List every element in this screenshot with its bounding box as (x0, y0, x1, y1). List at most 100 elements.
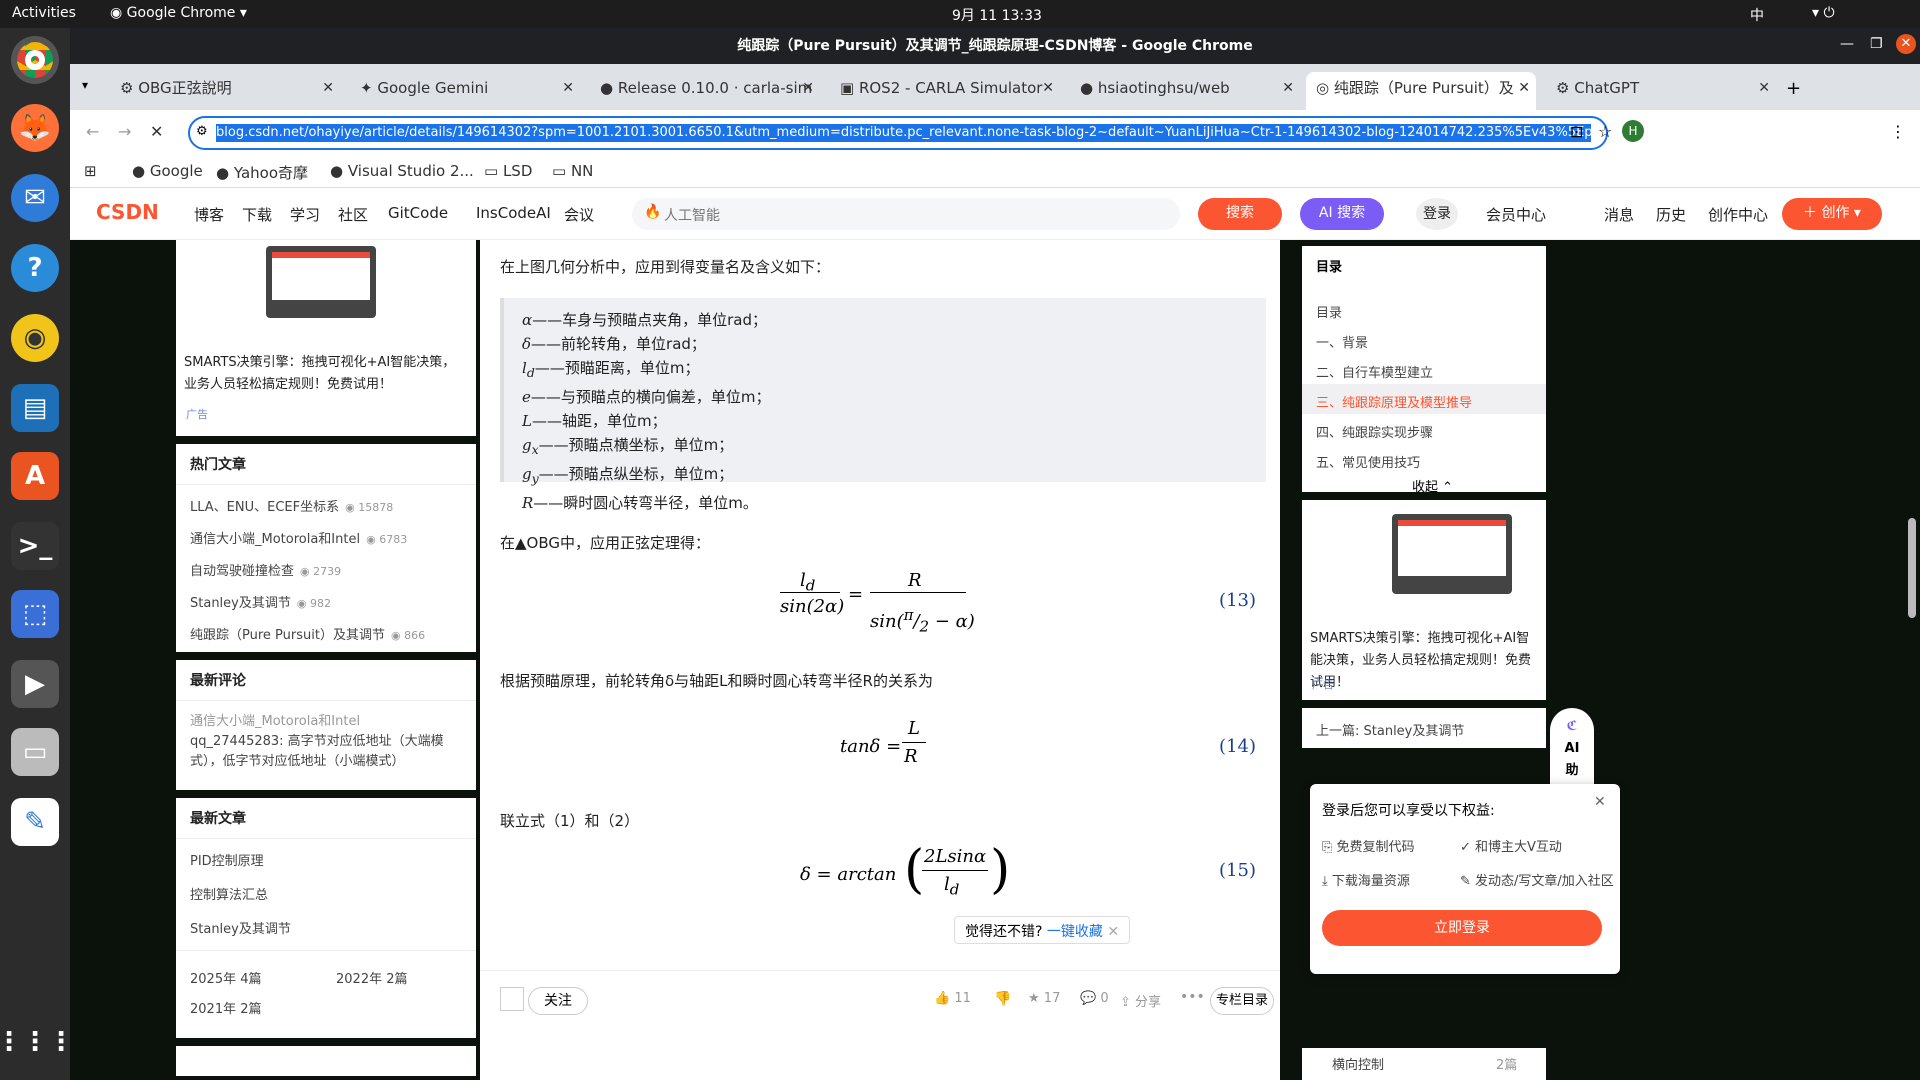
latest-article-item[interactable]: Stanley及其调节 (190, 918, 291, 937)
nav-messages[interactable]: 消息 (1604, 204, 1634, 225)
nav-meeting[interactable]: 会议 (564, 204, 594, 225)
bookmark-visual-studio[interactable]: ● Visual Studio 2... (330, 162, 474, 180)
profile-avatar[interactable]: H (1622, 120, 1644, 142)
text-editor-icon[interactable]: ✎ (11, 798, 59, 846)
search-button[interactable]: 搜索 (1198, 198, 1282, 230)
prev-article-link[interactable]: 上一篇: Stanley及其调节 (1316, 720, 1464, 739)
search-input[interactable]: 🔥 人工智能 (632, 198, 1180, 230)
thunderbird-icon[interactable]: ✉ (11, 174, 59, 222)
hot-article-item[interactable]: LLA、ENU、ECEF坐标系 ◉ 15878 (190, 496, 393, 515)
bookmark-folder-lsd[interactable]: ▭ LSD (484, 162, 532, 180)
nav-creator[interactable]: 创作中心 (1708, 204, 1768, 225)
tab-csdn-pure-pursuit[interactable]: ◎ 纯跟踪（Pure Pursuit）及 ✕ (1306, 72, 1536, 110)
nav-vip[interactable]: 会员中心 (1486, 204, 1546, 225)
ai-search-button[interactable]: AI 搜索 (1300, 198, 1384, 230)
more-icon[interactable]: ••• (1180, 989, 1205, 1005)
address-bar[interactable]: ⚙ blog.csdn.net/ohayiye/article/details/… (188, 116, 1608, 150)
comment-source-link[interactable]: 通信大小端_Motorola和Intel (190, 710, 360, 729)
like-button[interactable]: 👍 11 (934, 991, 971, 1006)
share-button[interactable]: ⇪ 分享 (1120, 991, 1161, 1010)
url-text[interactable]: blog.csdn.net/ohayiye/article/details/14… (216, 124, 1591, 142)
column-toc-button[interactable]: 专栏目录 (1210, 987, 1274, 1015)
column-item[interactable]: 横向控制 2篇 (1302, 1048, 1546, 1080)
latest-article-item[interactable]: 控制算法汇总 (190, 884, 268, 903)
input-method[interactable]: 中 (1750, 5, 1764, 25)
maximize-icon[interactable]: ❐ (1870, 36, 1883, 52)
video-icon[interactable]: ▶ (11, 660, 59, 708)
login-link[interactable]: 登录 (1416, 198, 1458, 230)
close-window-icon[interactable]: ✕ (1896, 34, 1916, 54)
app-menu[interactable]: ◉ Google Chrome ▾ (110, 5, 247, 21)
menu-icon[interactable]: ⋮ (1890, 122, 1906, 141)
files-icon[interactable]: ▭ (11, 728, 59, 776)
hot-article-item[interactable]: 纯跟踪（Pure Pursuit）及其调节 ◉ 866 (190, 624, 425, 643)
firefox-icon[interactable]: 🦊 (11, 104, 59, 152)
one-click-favorite-link[interactable]: 一键收藏 (1047, 924, 1103, 940)
tab-obg[interactable]: ⚙ OBG正弦說明 ✕ (110, 72, 340, 110)
author-avatar[interactable] (500, 987, 524, 1011)
nav-blog[interactable]: 博客 (194, 204, 224, 225)
stop-icon[interactable]: ✕ (150, 122, 163, 141)
bookmark-folder-nn[interactable]: ▭ NN (552, 162, 593, 180)
terminal-icon[interactable]: >_ (11, 522, 59, 570)
bookmark-yahoo[interactable]: ● Yahoo奇摩 (216, 162, 308, 183)
writer-icon[interactable]: ▤ (11, 384, 59, 432)
bookmark-google[interactable]: ● Google (132, 162, 203, 180)
nav-download[interactable]: 下载 (242, 204, 272, 225)
screenshot-icon[interactable]: ⬚ (11, 590, 59, 638)
toc-collapse-button[interactable]: 收起 ⌃ (1412, 476, 1453, 495)
rhythmbox-icon[interactable]: ◉ (11, 314, 59, 362)
nav-inscodeai[interactable]: InsCodeAI (476, 204, 551, 222)
tab-search-icon[interactable]: ▾ (82, 78, 88, 92)
new-tab-button[interactable]: + (1786, 78, 1801, 99)
toc-item[interactable]: 五、常见使用技巧 (1316, 452, 1420, 471)
activities-button[interactable]: Activities (12, 5, 76, 21)
prev-article-card[interactable]: 上一篇: Stanley及其调节 (1302, 708, 1546, 748)
archive-2025[interactable]: 2025年 4篇 (190, 968, 262, 987)
toc-item[interactable]: 四、纯跟踪实现步骤 (1316, 422, 1433, 441)
login-popup-close-icon[interactable]: ✕ (1594, 794, 1606, 810)
translate-icon[interactable]: ⊡ (1570, 122, 1583, 141)
nav-history[interactable]: 历史 (1656, 204, 1686, 225)
software-icon[interactable]: A (11, 452, 59, 500)
create-button[interactable]: ＋ 创作 ▾ (1782, 198, 1882, 230)
help-icon[interactable]: ? (11, 244, 59, 292)
toc-item[interactable]: 一、背景 (1316, 332, 1368, 351)
follow-button[interactable]: 关注 (528, 987, 588, 1015)
chrome-icon[interactable] (11, 36, 59, 84)
tab-carla-release[interactable]: ● Release 0.10.0 · carla-sim ✕ (590, 72, 820, 110)
archive-2021[interactable]: 2021年 2篇 (190, 998, 262, 1017)
login-now-button[interactable]: 立即登录 (1322, 910, 1602, 946)
back-icon[interactable]: ← (86, 122, 99, 141)
archive-2022[interactable]: 2022年 2篇 (336, 968, 408, 987)
csdn-logo[interactable]: CSDN (96, 200, 159, 224)
toc-item[interactable]: 目录 (1316, 302, 1342, 321)
nav-gitcode[interactable]: GitCode (388, 204, 448, 222)
forward-icon[interactable]: → (118, 122, 131, 141)
star-button[interactable]: ★ 17 (1028, 991, 1060, 1006)
minimize-icon[interactable]: — (1840, 36, 1854, 52)
clock[interactable]: 9月 11 13:33 (952, 5, 1042, 25)
tab-gemini[interactable]: ✦ Google Gemini ✕ (350, 72, 580, 110)
page-scrollbar[interactable] (1908, 518, 1916, 618)
dislike-icon[interactable]: 👎 (994, 991, 1011, 1007)
hot-article-item[interactable]: Stanley及其调节 ◉ 982 (190, 592, 331, 611)
nav-learn[interactable]: 学习 (290, 204, 320, 225)
ad-card-left[interactable]: SMARTS决策引擎：拖拽可视化+AI智能决策，业务人员轻松搞定规则！免费试用！… (176, 240, 476, 436)
toc-item-active[interactable]: 三、纯跟踪原理及模型推导 (1316, 392, 1472, 411)
nav-community[interactable]: 社区 (338, 204, 368, 225)
tab-ros2-carla[interactable]: ▣ ROS2 - CARLA Simulator ✕ (830, 72, 1060, 110)
tab-github-web[interactable]: ● hsiaotinghsu/web ✕ (1070, 72, 1300, 110)
ad-card-right[interactable]: SMARTS决策引擎：拖拽可视化+AI智能决策，业务人员轻松搞定规则！免费试用！… (1302, 500, 1546, 700)
comment-button[interactable]: 💬 0 (1080, 991, 1109, 1006)
apps-grid-icon[interactable]: ⋮⋮⋮ (0, 1018, 74, 1066)
latest-article-item[interactable]: PID控制原理 (190, 850, 264, 869)
tab-chatgpt[interactable]: ⚙ ChatGPT ✕ (1546, 72, 1776, 110)
bookmark-star-icon[interactable]: ☆ (1598, 122, 1612, 141)
toc-item[interactable]: 二、自行车模型建立 (1316, 362, 1433, 381)
site-info-icon[interactable]: ⚙ (196, 124, 208, 139)
hot-article-item[interactable]: 通信大小端_Motorola和Intel ◉ 6783 (190, 528, 407, 547)
toast-close-icon[interactable]: ✕ (1107, 924, 1119, 940)
apps-icon[interactable]: ⊞ (84, 162, 97, 180)
wifi-icon[interactable]: ▾ ⏻ (1812, 5, 1835, 21)
